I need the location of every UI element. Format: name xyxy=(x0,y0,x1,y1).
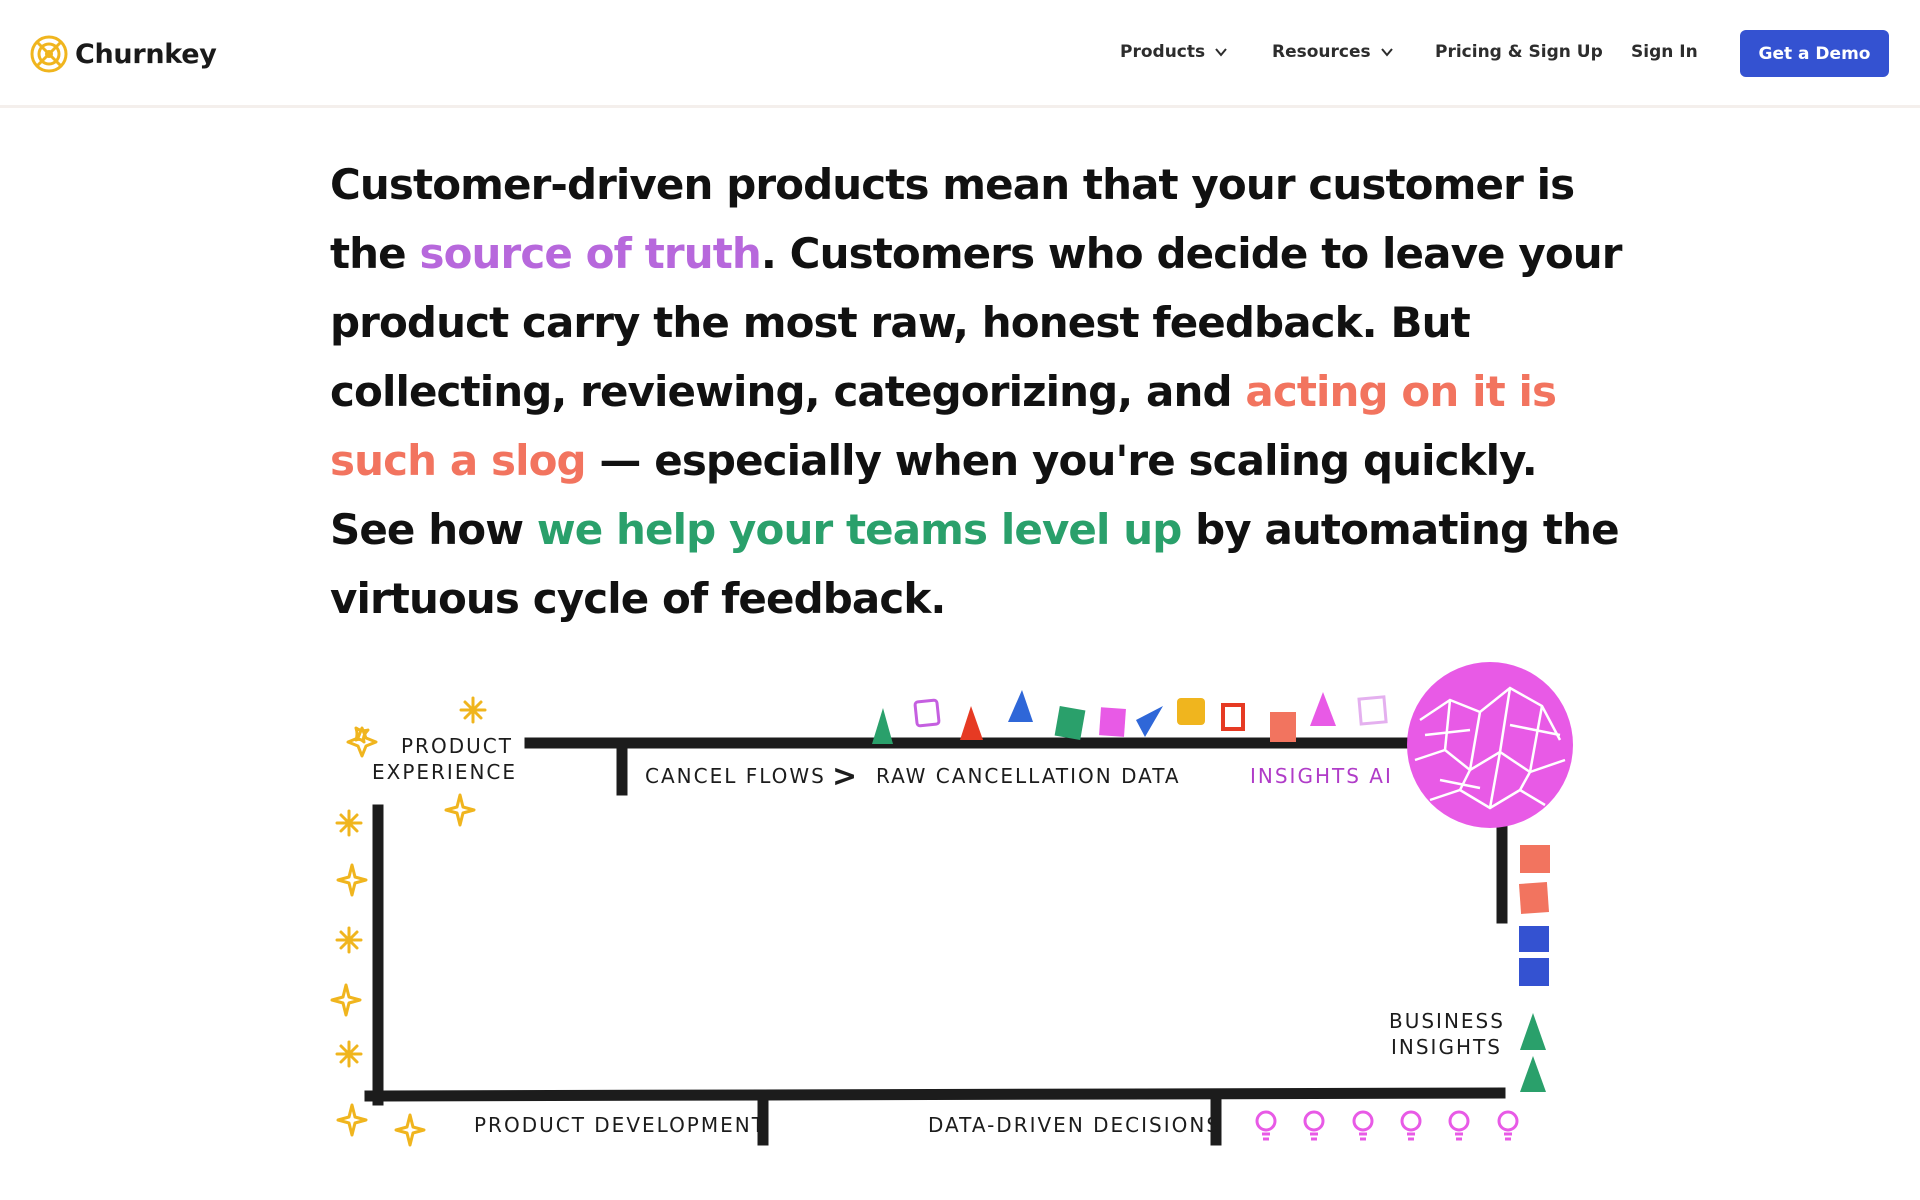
sparkle-icon xyxy=(336,1103,368,1137)
lightbulb-icon xyxy=(1400,1110,1422,1141)
lightbulb-icon xyxy=(1352,1110,1374,1141)
lightbulb-icon xyxy=(1255,1110,1277,1141)
top-nav: Churnkey Products Resources Pricing & Si… xyxy=(0,0,1920,108)
diagram-labels: PRODUCT EXPERIENCE CANCEL FLOWS > RAW CA… xyxy=(372,734,1505,1137)
label-data-driven: DATA-DRIVEN DECISIONS xyxy=(928,1113,1221,1137)
nav-resources[interactable]: Resources xyxy=(1272,42,1394,62)
nav-products-label: Products xyxy=(1120,42,1206,62)
lightbulb-row xyxy=(1255,1110,1519,1141)
label-raw-data: RAW CANCELLATION DATA xyxy=(876,764,1181,788)
lightbulb-icon xyxy=(1303,1110,1325,1141)
nav-pricing-label: Pricing & Sign Up xyxy=(1435,42,1603,62)
sparkle-icon xyxy=(336,863,368,897)
insight-shapes xyxy=(1518,845,1550,1092)
label-insights-ai: INSIGHTS AI xyxy=(1250,764,1393,788)
brand-logo[interactable]: Churnkey xyxy=(29,33,217,75)
label-insights: INSIGHTS xyxy=(1391,1035,1502,1059)
logo-icon xyxy=(30,35,68,73)
sparkle-icon xyxy=(330,983,362,1017)
label-cancel-flows: CANCEL FLOWS xyxy=(645,764,826,788)
nav-pricing[interactable]: Pricing & Sign Up xyxy=(1435,42,1603,62)
asterisk-icon xyxy=(459,696,487,724)
chevron-down-icon xyxy=(1215,48,1227,57)
brand-name: Churnkey xyxy=(75,38,217,70)
data-shapes xyxy=(872,690,1388,744)
nav-products[interactable]: Products xyxy=(1120,42,1228,62)
highlight-source-of-truth: source of truth xyxy=(419,229,762,278)
lightbulb-icon xyxy=(1497,1110,1519,1141)
asterisk-icon xyxy=(335,1040,363,1068)
label-product: PRODUCT xyxy=(401,734,513,758)
label-experience: EXPERIENCE xyxy=(372,760,517,784)
intro-paragraph: Customer-driven products mean that your … xyxy=(330,150,1630,633)
lightbulb-icon xyxy=(1448,1110,1470,1141)
brain-icon xyxy=(1407,662,1573,828)
nav-sign-in-label: Sign In xyxy=(1631,42,1698,62)
feedback-cycle-diagram: PRODUCT EXPERIENCE CANCEL FLOWS > RAW CA… xyxy=(330,662,1573,1147)
asterisk-icon xyxy=(335,926,363,954)
chevron-down-icon xyxy=(1380,48,1393,57)
sparkle-icon xyxy=(444,793,476,827)
label-arrow: > xyxy=(832,759,859,794)
nav-resources-label: Resources xyxy=(1272,42,1371,62)
sparkle-icon xyxy=(394,1113,426,1147)
highlight-level-up: we help your teams level up xyxy=(536,505,1182,554)
asterisk-icon xyxy=(335,809,363,837)
cycle-lines xyxy=(364,732,1511,1146)
nav-sign-in[interactable]: Sign In xyxy=(1631,42,1698,62)
get-demo-button[interactable]: Get a Demo xyxy=(1740,30,1889,77)
label-business: BUSINESS xyxy=(1389,1009,1505,1033)
label-product-development: PRODUCT DEVELOPMENT xyxy=(474,1113,766,1137)
